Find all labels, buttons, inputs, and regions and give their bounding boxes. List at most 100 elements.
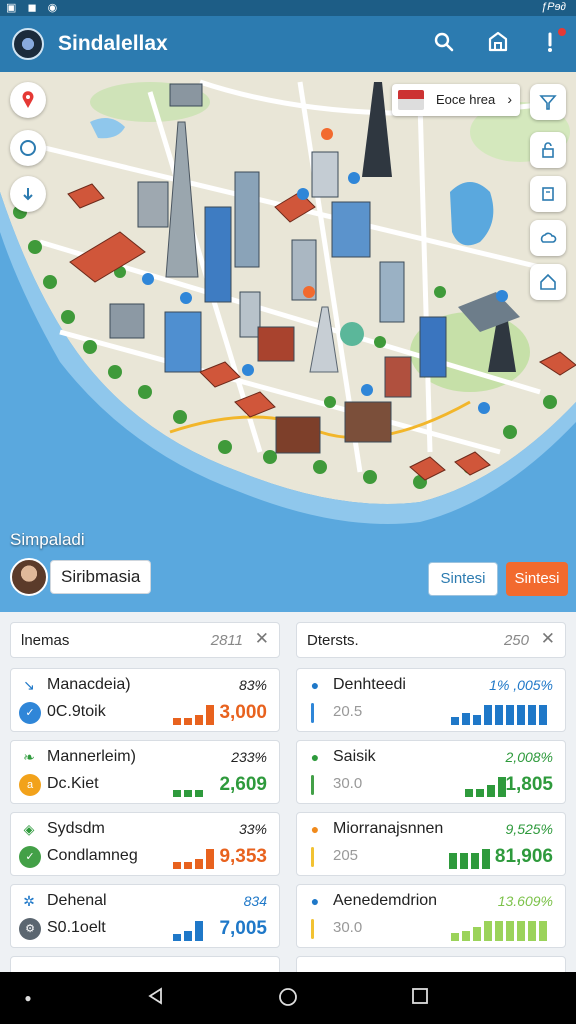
- list-item[interactable]: ◈ Sydsdm 33% ✓ Condlamneg 9,353: [10, 812, 280, 876]
- right-column-count: 250: [503, 632, 529, 649]
- mini-bar-chart: [173, 703, 214, 725]
- alert-icon[interactable]: [536, 28, 566, 58]
- status-time: ƒPɘ∂: [540, 1, 566, 13]
- leaf-icon: ❧: [23, 749, 35, 765]
- mini-bar-chart: [173, 847, 214, 869]
- item-name: Miorranajsnnen: [333, 820, 444, 837]
- gear-icon: ⚙: [19, 918, 41, 940]
- mini-bar-chart: [173, 919, 203, 941]
- indicator-line: [311, 919, 314, 939]
- item-name: Sydsdm: [47, 820, 105, 837]
- app-title: Sindalellax: [58, 32, 168, 55]
- right-column-title: Dtersts.: [307, 632, 359, 649]
- mini-bar-chart: [449, 847, 490, 869]
- mini-bar-chart: [173, 775, 203, 797]
- item-name: Manacdeia): [47, 676, 131, 693]
- pin-icon: ●: [310, 749, 320, 765]
- list-item[interactable]: ● Saisik 2,008% 30.0 1,805: [296, 740, 566, 804]
- map-illustration: [0, 72, 576, 612]
- pin-icon: ●: [310, 821, 320, 837]
- list-item[interactable]: [296, 956, 566, 972]
- left-column-header: lnemas 2811 ✕: [10, 622, 280, 658]
- compass-button[interactable]: [10, 130, 46, 166]
- item-name: Saisik: [333, 748, 376, 765]
- item-value: 2,609: [219, 774, 267, 795]
- item-percent: 2,008%: [505, 749, 553, 765]
- shield-icon: ◈: [23, 821, 35, 837]
- item-value: 3,000: [219, 702, 267, 723]
- item-value: 81,906: [494, 846, 553, 867]
- indicator-line: [311, 703, 314, 723]
- location-pin-button[interactable]: [10, 82, 46, 118]
- back-button[interactable]: [144, 986, 168, 1010]
- pin-icon: ●: [310, 677, 320, 693]
- indicator-line: [311, 847, 314, 867]
- notification-badge: [558, 28, 566, 36]
- search-icon[interactable]: [430, 30, 458, 58]
- list-item[interactable]: ↘ Manacdeia) 83% ✓ 0C.9toik 3,000: [10, 668, 280, 732]
- list-item[interactable]: ● Denhteedi 1% ,005% 20.5: [296, 668, 566, 732]
- indicator-line: [311, 775, 314, 795]
- item-value: 9,353: [219, 846, 267, 867]
- item-percent: 83%: [238, 677, 267, 693]
- home-icon[interactable]: [530, 264, 566, 300]
- cloud-icon[interactable]: [530, 220, 566, 256]
- item-subtitle: 30.0: [333, 775, 363, 792]
- item-subtitle: 20.5: [333, 703, 363, 720]
- square-icon[interactable]: [530, 176, 566, 212]
- list-item[interactable]: ● Miorranajsnnen 9,525% 205 81,906: [296, 812, 566, 876]
- settings-icon: ✲: [23, 893, 35, 909]
- dot-icon: ●: [24, 991, 32, 1005]
- item-value: 1,805: [505, 774, 553, 795]
- check-icon: ✓: [19, 702, 41, 724]
- home-button[interactable]: [276, 986, 300, 1010]
- secondary-action-button[interactable]: Sintesi: [428, 562, 498, 596]
- pin-icon: ●: [310, 893, 320, 909]
- mini-bar-chart: [451, 919, 547, 941]
- item-name: Mannerleim): [47, 748, 136, 765]
- item-percent: 1% ,005%: [489, 677, 553, 693]
- app-logo-icon: [12, 28, 44, 60]
- item-subtitle: Dc.Kiet: [47, 775, 99, 792]
- list-item[interactable]: ● Aenedemdrion 13.609% 30.0: [296, 884, 566, 948]
- chart-icon: ↘: [23, 677, 35, 693]
- mini-bar-chart: [465, 775, 506, 797]
- close-icon[interactable]: ✕: [541, 629, 555, 649]
- stats-panel: lnemas 2811 ✕ Dtersts. 250 ✕ ↘ Manacdeia…: [0, 612, 576, 972]
- item-name: Dehenal: [47, 892, 107, 909]
- map-area-label: Simpaladi: [10, 530, 85, 549]
- user-name: Siribmasia: [50, 560, 152, 594]
- city-map[interactable]: Eoce hrea › Simpaladi Siribmasia Sintesi…: [0, 72, 576, 612]
- lock-icon[interactable]: [530, 132, 566, 168]
- app-bar: Sindalellax: [0, 16, 576, 72]
- item-subtitle: Condlamneg: [47, 847, 138, 864]
- right-column-header: Dtersts. 250 ✕: [296, 622, 566, 658]
- place-preview-card[interactable]: Eoce hrea ›: [392, 84, 520, 116]
- item-subtitle: 30.0: [333, 919, 363, 936]
- chevron-right-icon: ›: [507, 91, 512, 107]
- item-name: Aenedemdrion: [333, 892, 438, 909]
- check-icon: ✓: [19, 846, 41, 868]
- coin-icon: a: [19, 774, 41, 796]
- item-percent: 33%: [238, 821, 267, 837]
- list-item[interactable]: ❧ Mannerleim) 233% a Dc.Kiet 2,609: [10, 740, 280, 804]
- item-percent: 233%: [231, 749, 267, 765]
- info-button[interactable]: [10, 176, 46, 212]
- item-subtitle: S0.1oelt: [47, 919, 106, 936]
- navigation-bar: ●: [0, 972, 576, 1024]
- item-percent: 9,525%: [505, 821, 553, 837]
- left-column-count: 2811: [210, 632, 243, 649]
- list-item[interactable]: ✲ Dehenal 834 ⚙ S0.1oelt 7,005: [10, 884, 280, 948]
- status-bar: ▣ ◼ ◉ ƒPɘ∂: [0, 0, 576, 16]
- list-item[interactable]: [10, 956, 280, 972]
- recents-button[interactable]: [408, 986, 432, 1010]
- filter-icon[interactable]: [530, 84, 566, 120]
- place-thumbnail: [398, 90, 424, 110]
- layers-icon[interactable]: [484, 30, 512, 58]
- close-icon[interactable]: ✕: [255, 629, 269, 649]
- item-percent: 13.609%: [497, 893, 553, 909]
- item-name: Denhteedi: [333, 676, 406, 693]
- item-subtitle: 0C.9toik: [47, 703, 106, 720]
- primary-action-button[interactable]: Sintesi: [506, 562, 568, 596]
- left-column-title: lnemas: [21, 632, 70, 649]
